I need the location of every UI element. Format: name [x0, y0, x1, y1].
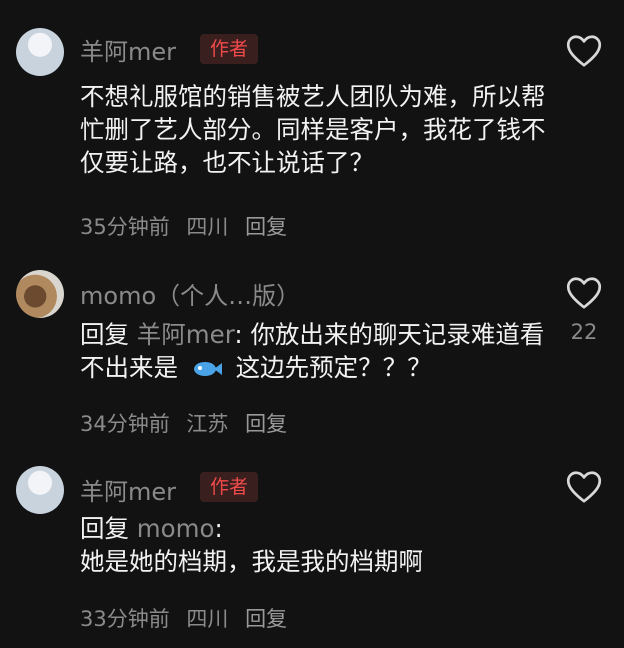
comment-meta: 34分钟前 江苏 回复 — [80, 408, 297, 438]
like-button[interactable] — [566, 276, 602, 310]
author-badge: 作者 — [200, 472, 259, 502]
avatar[interactable] — [16, 28, 64, 76]
comment-text: 回复 羊阿mer: 你放出来的聊天记录难道看不出来是 这边先预定？？？ — [80, 320, 545, 382]
comment-time: 34分钟前 — [80, 412, 170, 436]
reply-button[interactable]: 回复 — [245, 607, 287, 631]
comment-username[interactable]: 羊阿mer — [80, 472, 176, 507]
comment-text: 不想礼服馆的销售被艺人团队为难，所以帮忙删了艺人部分。同样是客户，我花了钱不仅要… — [80, 82, 546, 177]
fish-icon — [193, 362, 222, 376]
reply-prefix: 回复 — [80, 320, 129, 349]
author-badge: 作者 — [200, 34, 259, 64]
comment-username[interactable]: momo（个人…版） — [80, 276, 300, 311]
comment-location: 四川 — [186, 215, 229, 239]
avatar[interactable] — [16, 270, 64, 318]
comment-text-part: 这边先预定？？？ — [235, 353, 432, 382]
reply-target-user[interactable]: momo — [137, 514, 215, 543]
comment-location: 四川 — [186, 607, 229, 631]
reply-prefix: 回复 — [80, 514, 129, 543]
reply-button[interactable]: 回复 — [245, 215, 287, 239]
comment-time: 35分钟前 — [80, 215, 170, 239]
comment-meta: 33分钟前 四川 回复 — [80, 603, 297, 633]
heart-outline-icon — [566, 35, 602, 67]
comment-meta: 35分钟前 四川 回复 — [80, 211, 297, 241]
avatar[interactable] — [16, 466, 64, 514]
like-count: 22 — [570, 320, 598, 344]
reply-target-user[interactable]: 羊阿mer — [137, 320, 235, 349]
heart-outline-icon — [566, 277, 602, 309]
heart-outline-icon — [566, 471, 602, 503]
comment-text: 回复 momo: 她是她的档期，我是我的档期啊 — [80, 514, 423, 576]
comment-location: 江苏 — [186, 412, 229, 436]
comment-text-part: 她是她的档期，我是我的档期啊 — [80, 547, 423, 576]
like-button[interactable] — [566, 34, 602, 68]
comment-time: 33分钟前 — [80, 607, 170, 631]
reply-button[interactable]: 回复 — [245, 412, 287, 436]
comment-username[interactable]: 羊阿mer — [80, 32, 176, 67]
like-button[interactable] — [566, 470, 602, 504]
